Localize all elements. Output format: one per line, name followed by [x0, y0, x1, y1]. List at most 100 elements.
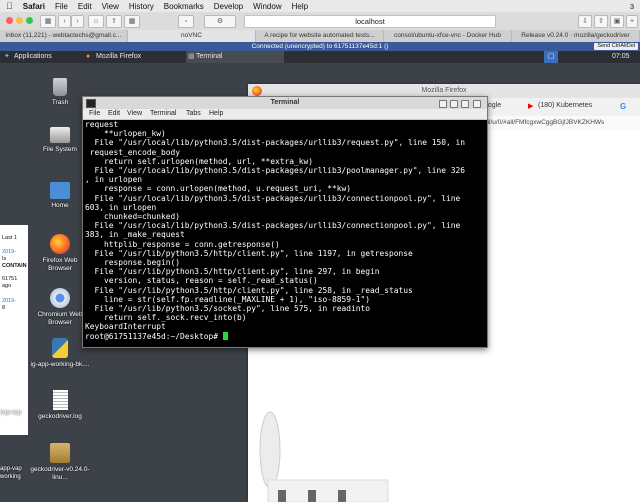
desktop-icon-trash[interactable]: Trash — [30, 78, 90, 107]
terminal-line: File "/usr/local/lib/python3.5/dist-pack… — [85, 193, 461, 203]
terminal-line: chunked=chunked) — [85, 212, 181, 222]
illustration-graphic — [259, 411, 389, 502]
terminal-menubar: File Edit View Terminal Tabs Help — [83, 109, 487, 120]
terminal-output[interactable]: request **urlopen_kw) File "/usr/local/l… — [85, 120, 483, 345]
back-icon[interactable]: ‹ — [58, 15, 71, 28]
icon-label: Home — [51, 202, 69, 209]
sliver-text: CONTAIN — [2, 263, 27, 269]
safari-toolbar: ▦ ‹ › ⌂ ⇧ ▦ ▫ ⚙ localhost ⇩ ⇧ ▣ + — [0, 12, 640, 31]
icon-label: File System — [43, 146, 77, 153]
menu-file[interactable]: File — [55, 2, 68, 11]
terminal-line: File "/usr/lib/python3.5/socket.py", lin… — [85, 304, 371, 314]
terminal-line: File "/usr/local/lib/python3.5/dist-pack… — [85, 166, 466, 176]
menu-history[interactable]: History — [129, 2, 154, 11]
safari-tab[interactable]: inbox (11,221) - webtactechs@gmail.c... — [0, 30, 128, 42]
send-ctrl-alt-del-button[interactable]: Send CtrlAltDel — [594, 43, 638, 50]
clock: 07:05 — [612, 53, 630, 60]
terminal-line: request_encode_body — [85, 147, 181, 157]
menu-bookmarks[interactable]: Bookmarks — [164, 2, 204, 11]
terminal-line: return self._sock.recv_into(b) — [85, 313, 247, 323]
safari-tab[interactable]: Release v0.24.0 · mozilla/geckodriver — [512, 30, 640, 42]
status-count[interactable]: 3 — [630, 2, 634, 11]
terminal-menu-file[interactable]: File — [89, 109, 100, 119]
terminal-line: , in urlopen — [85, 175, 143, 185]
desktop-icon-chromium[interactable]: Chromium Web Browser — [30, 288, 90, 326]
apple-icon[interactable]:  — [6, 1, 13, 11]
extension-icon[interactable]: ⚙ — [204, 15, 236, 28]
address-bar[interactable]: localhost — [244, 15, 496, 28]
safari-tab[interactable]: A recipe for website automated tests... — [256, 30, 384, 42]
taskbar-item-terminal[interactable]: Terminal — [186, 51, 284, 63]
sidebar-toggle-icon[interactable]: ▦ — [40, 15, 56, 28]
menu-window[interactable]: Window — [253, 2, 281, 11]
minimize-icon[interactable] — [439, 100, 447, 108]
text-cursor — [222, 331, 228, 340]
desktop-icon-firefox[interactable]: Firefox Web Browser — [30, 234, 90, 272]
menu-edit[interactable]: Edit — [78, 2, 92, 11]
terminal-line: line = str(self.fp.readline(_MAXLINE + 1… — [85, 294, 371, 304]
icon-label: Trash — [51, 99, 69, 106]
zoom-window-button[interactable] — [26, 17, 33, 24]
icon-label: Firefox Web Browser — [42, 257, 78, 272]
forward-icon[interactable]: › — [71, 15, 84, 28]
terminal-line: File "/usr/lib/python3.5/http/client.py"… — [85, 248, 413, 258]
firefox-tab[interactable]: (180) Kubernetes — [538, 102, 592, 109]
home-folder-icon — [50, 182, 70, 199]
minimize-window-button[interactable] — [16, 17, 23, 24]
taskbar-item-firefox[interactable]: Mozilla Firefox — [96, 51, 141, 63]
menu-develop[interactable]: Develop — [214, 2, 243, 11]
terminal-icon: ▩ — [188, 53, 195, 60]
background-page-sliver: Last 1 2019- Is CONTAIN 61751 ago 2019- … — [0, 225, 28, 435]
sliver-text: 61751 — [2, 276, 18, 282]
menu-view[interactable]: View — [102, 2, 119, 11]
terminal-menu-help[interactable]: Help — [209, 109, 223, 119]
text-file-icon — [52, 390, 68, 410]
novnc-status: Connected (unencrypted) to 61751137e45d:… — [0, 42, 640, 51]
firefox-icon — [252, 86, 262, 96]
sliver-text: 8 — [2, 305, 6, 311]
safari-tab[interactable]: consol/ubuntu-xfce-vnc - Docker Hub — [384, 30, 512, 42]
close-window-button[interactable] — [6, 17, 13, 24]
close-icon[interactable] — [461, 100, 469, 108]
python-file-icon — [52, 338, 68, 358]
desktop-icon-home[interactable]: Home — [30, 182, 90, 210]
terminal-line: 383, in _make_request — [85, 230, 185, 240]
new-tab-button[interactable]: + — [626, 15, 638, 28]
google-icon: G — [620, 102, 627, 111]
firefox-url-field[interactable]: ail/u/0/#all/FMfcgxwCggBGjfJBVKZKHWs — [484, 119, 604, 126]
desktop-icon-geckodriver-log[interactable]: geckodriver.log — [30, 390, 90, 421]
safari-tab[interactable]: noVNC — [128, 30, 256, 42]
shell-prompt: root@61751137e45d:~/Desktop# — [85, 331, 223, 341]
icon-label: geckodriver-v0.24.0-linu... — [30, 466, 90, 481]
terminal-window: Terminal File Edit View Terminal Tabs He… — [82, 96, 488, 348]
applications-menu[interactable]: Applications — [14, 51, 52, 63]
tabs-overview-icon[interactable]: ▣ — [610, 15, 624, 28]
window-menu-icon[interactable] — [473, 100, 481, 108]
sliver-text: Is — [2, 256, 7, 262]
terminal-menu-view[interactable]: View — [127, 109, 142, 119]
grid-icon[interactable]: ▦ — [124, 15, 140, 28]
home-icon[interactable]: ⌂ — [88, 15, 104, 28]
trash-icon — [53, 78, 67, 96]
terminal-menu-tabs[interactable]: Tabs — [186, 109, 201, 119]
terminal-line: response = conn.urlopen(method, u.reques… — [85, 184, 352, 194]
sliver-text: working — [0, 474, 21, 480]
sliver-text: 2019- — [2, 249, 17, 255]
reader-icon[interactable]: ▫ — [178, 15, 194, 28]
download-icon[interactable]: ⇩ — [578, 15, 592, 28]
maximize-icon[interactable] — [450, 100, 458, 108]
menu-safari[interactable]: Safari — [23, 2, 45, 11]
share-icon[interactable]: ⇧ — [106, 15, 122, 28]
desktop-icon-python-file[interactable]: ig-app-working-bk.... — [30, 338, 90, 369]
terminal-menu-terminal[interactable]: Terminal — [150, 109, 176, 119]
desktop-icon-geckodriver-archive[interactable]: geckodriver-v0.24.0-linu... — [30, 443, 90, 481]
chromium-icon — [50, 288, 70, 308]
archive-icon — [50, 443, 70, 463]
desktop-icon-file-system[interactable]: File System — [30, 127, 90, 154]
menu-help[interactable]: Help — [292, 2, 308, 11]
share-page-icon[interactable]: ⇧ — [594, 15, 608, 28]
xfce-menu-icon[interactable]: ✦ — [4, 51, 10, 63]
workspace-switcher[interactable]: ▢ — [544, 51, 558, 63]
terminal-line: **urlopen_kw) — [85, 129, 166, 139]
terminal-menu-edit[interactable]: Edit — [108, 109, 120, 119]
